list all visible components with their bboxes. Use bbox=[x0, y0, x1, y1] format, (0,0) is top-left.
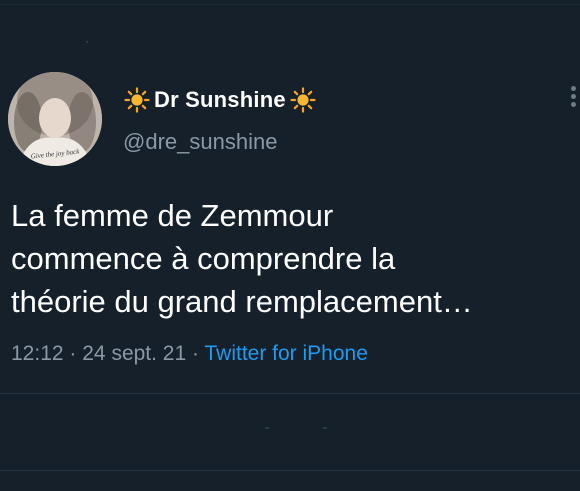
meta-separator: · bbox=[192, 342, 200, 365]
speck bbox=[86, 41, 88, 43]
more-vertical-icon bbox=[570, 86, 576, 91]
display-name[interactable]: Dr Sunshine bbox=[154, 87, 286, 113]
speck bbox=[323, 427, 327, 429]
divider bbox=[0, 470, 580, 471]
display-name-row[interactable]: Dr Sunshine bbox=[124, 84, 316, 116]
more-vertical-icon bbox=[570, 94, 576, 99]
speck bbox=[265, 427, 269, 429]
top-divider bbox=[0, 4, 580, 5]
divider bbox=[0, 393, 580, 394]
user-handle[interactable]: @dre_sunshine bbox=[123, 129, 277, 155]
tweet-source-link[interactable]: Twitter for iPhone bbox=[204, 342, 367, 365]
tweet-time[interactable]: 12:12 bbox=[11, 342, 64, 365]
avatar-image: Give the joy back bbox=[8, 72, 102, 166]
tweet-meta: 12:12 · 24 sept. 21 · Twitter for iPhone bbox=[11, 342, 368, 366]
tweet-text: La femme de Zemmour commence à comprendr… bbox=[11, 198, 473, 319]
sun-icon bbox=[290, 87, 316, 113]
more-vertical-icon bbox=[570, 102, 576, 107]
tweet-date[interactable]: 24 sept. 21 bbox=[82, 342, 186, 365]
avatar[interactable]: Give the joy back bbox=[8, 72, 102, 166]
more-options-button[interactable] bbox=[566, 84, 580, 116]
sun-icon bbox=[124, 87, 150, 113]
meta-separator: · bbox=[69, 342, 77, 365]
